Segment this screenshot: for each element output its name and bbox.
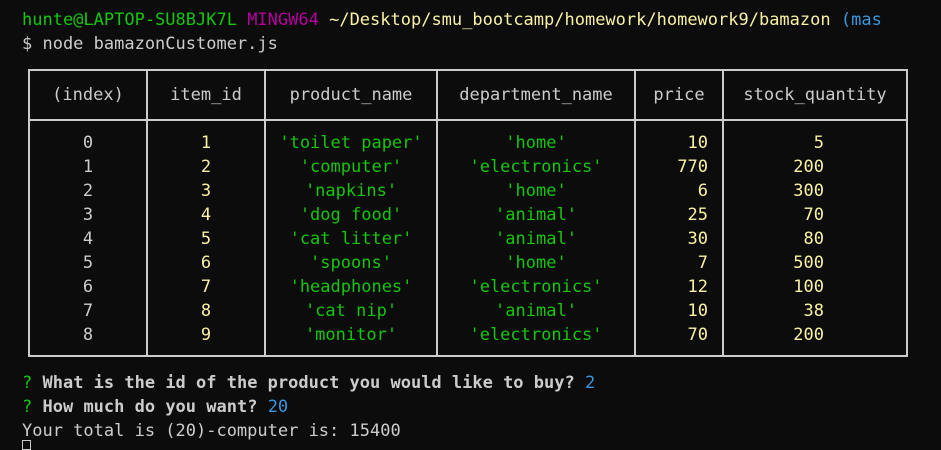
question-mark-icon: ? [22,373,33,393]
cell-product-name: 'spoons' [310,253,392,273]
column-price: 10 770 6 25 30 7 12 10 70 [636,131,722,347]
question-text: What is the id of the product you would … [42,373,575,393]
cell-item-id: 8 [200,301,212,321]
cell-product-name: 'dog food' [299,205,403,225]
cell-price: 12 [687,277,708,297]
column-item-id: 1 2 3 4 5 6 7 8 9 [148,131,264,347]
cell-index: 5 [82,253,94,273]
cell-department-name: 'animal' [495,301,577,321]
cell-index: 1 [82,157,94,177]
cell-department-name: 'home' [505,253,567,273]
cell-price: 10 [687,301,708,321]
cell-index: 0 [82,133,94,153]
cell-stock-quantity: 200 [793,157,824,177]
cell-price: 10 [687,133,708,153]
cell-product-name: 'toilet paper' [279,133,423,153]
cell-product-name: 'headphones' [289,277,413,297]
cell-item-id: 7 [200,277,212,297]
terminal-cursor[interactable] [22,440,31,450]
current-path: ~/Desktop/smu_bootcamp/homework/homework… [329,10,831,30]
cell-department-name: 'electronics' [469,157,603,177]
column-index: 0 1 2 3 4 5 6 7 8 [30,131,146,347]
answer-value[interactable]: 2 [585,373,595,393]
cell-product-name: 'cat litter' [289,229,413,249]
cell-department-name: 'animal' [495,205,577,225]
cell-stock-quantity: 5 [813,133,824,153]
cell-stock-quantity: 300 [793,181,824,201]
cell-index: 2 [82,181,94,201]
cell-stock-quantity: 500 [793,253,824,273]
user-host: hunte@LAPTOP-SU8BJK7L [22,10,237,30]
question-item-id: ? What is the id of the product you woul… [22,371,595,395]
console-table: (index) item_id product_name department_… [28,69,908,357]
cell-item-id: 4 [200,205,212,225]
header-item-id: item_id [170,85,242,105]
cell-department-name: 'electronics' [469,325,603,345]
header-stock-quantity: stock_quantity [743,85,887,105]
cell-item-id: 6 [200,253,212,273]
cell-index: 6 [82,277,94,297]
header-product-name: product_name [289,85,413,105]
cell-price: 770 [677,157,708,177]
column-stock-quantity: 5 200 300 70 80 500 100 38 200 [724,131,906,347]
cell-item-id: 2 [200,157,212,177]
header-department-name: department_name [459,85,613,105]
question-quantity: ? How much do you want? 20 [22,395,288,419]
cell-price: 25 [687,205,708,225]
result-line: Your total is (20)-computer is: 15400 [22,421,401,441]
cell-stock-quantity: 70 [803,205,824,225]
cell-stock-quantity: 80 [803,229,824,249]
cell-item-id: 1 [200,133,212,153]
cell-price: 7 [697,253,708,273]
cell-index: 7 [82,301,94,321]
column-department-name: 'home' 'electronics' 'home' 'animal' 'animal… [438,131,634,347]
cell-department-name: 'home' [505,133,567,153]
cell-stock-quantity: 100 [793,277,824,297]
shell-prompt: hunte@LAPTOP-SU8BJK7L MINGW64 ~/Desktop/… [22,8,882,32]
header-price: price [653,85,705,105]
question-text: How much do you want? [42,397,258,417]
cell-department-name: 'animal' [495,229,577,249]
cell-price: 70 [687,325,708,345]
cell-stock-quantity: 38 [803,301,824,321]
question-mark-icon: ? [22,397,33,417]
cell-department-name: 'electronics' [469,277,603,297]
shell-name: MINGW64 [247,10,319,30]
column-product-name: 'toilet paper' 'computer' 'napkins' 'dog fo… [266,131,436,347]
answer-value[interactable]: 20 [268,397,288,417]
cell-price: 30 [687,229,708,249]
cell-item-id: 3 [200,181,212,201]
header-index: (index) [52,85,124,105]
cell-index: 3 [82,205,94,225]
git-branch: (mas [840,10,882,30]
cell-stock-quantity: 200 [793,325,824,345]
cell-index: 4 [82,229,94,249]
cell-item-id: 5 [200,229,212,249]
command-line: $ node bamazonCustomer.js [22,34,278,54]
cell-item-id: 9 [200,325,212,345]
cell-product-name: 'computer' [299,157,403,177]
cell-product-name: 'cat nip' [304,301,398,321]
cell-product-name: 'monitor' [304,325,398,345]
cell-price: 6 [697,181,708,201]
cell-index: 8 [82,325,94,345]
cell-product-name: 'napkins' [304,181,398,201]
cell-department-name: 'home' [505,181,567,201]
